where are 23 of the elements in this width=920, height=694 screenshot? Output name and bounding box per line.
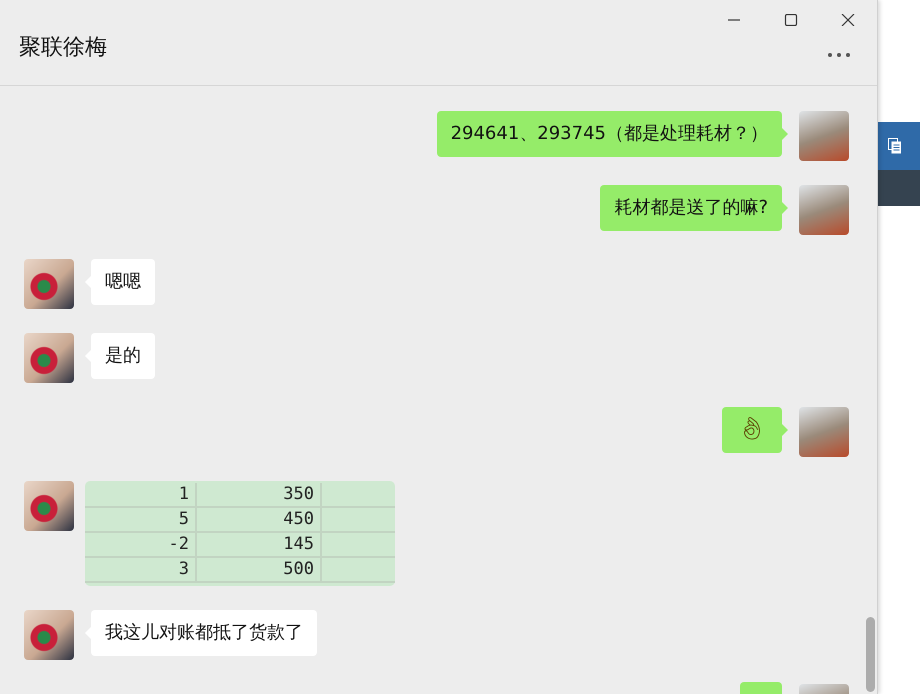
spreadsheet-cell: 3	[85, 558, 197, 581]
avatar-photo-placeholder[interactable]	[799, 111, 849, 161]
spreadsheet-cell: 350	[197, 483, 322, 506]
avatar-photo-placeholder[interactable]	[24, 259, 74, 309]
copy-icon[interactable]	[888, 138, 902, 154]
avatar-photo-placeholder[interactable]	[24, 481, 74, 531]
spreadsheet-cell: 500	[197, 558, 322, 581]
spreadsheet-cell: -2	[85, 533, 197, 556]
app-strip	[878, 170, 920, 206]
spreadsheet-cell: 145	[197, 533, 322, 556]
avatar-photo-placeholder[interactable]	[799, 407, 849, 457]
maximize-icon[interactable]	[784, 14, 798, 26]
avatar-photo-placeholder[interactable]	[24, 333, 74, 383]
close-icon[interactable]	[841, 14, 855, 26]
more-icon[interactable]	[827, 52, 851, 58]
spreadsheet-cell: 5	[85, 508, 197, 531]
spreadsheet-cell: 1	[85, 483, 197, 506]
spreadsheet-cell: 450	[197, 508, 322, 531]
avatar-photo-placeholder[interactable]	[799, 185, 849, 235]
avatar-photo-placeholder[interactable]	[24, 610, 74, 660]
window-title: 聚联徐梅	[19, 34, 107, 62]
scrollbar-thumb[interactable]	[866, 617, 875, 692]
spreadsheet-image[interactable]: 1 350 5 450 -2 145 3 500	[85, 481, 395, 586]
